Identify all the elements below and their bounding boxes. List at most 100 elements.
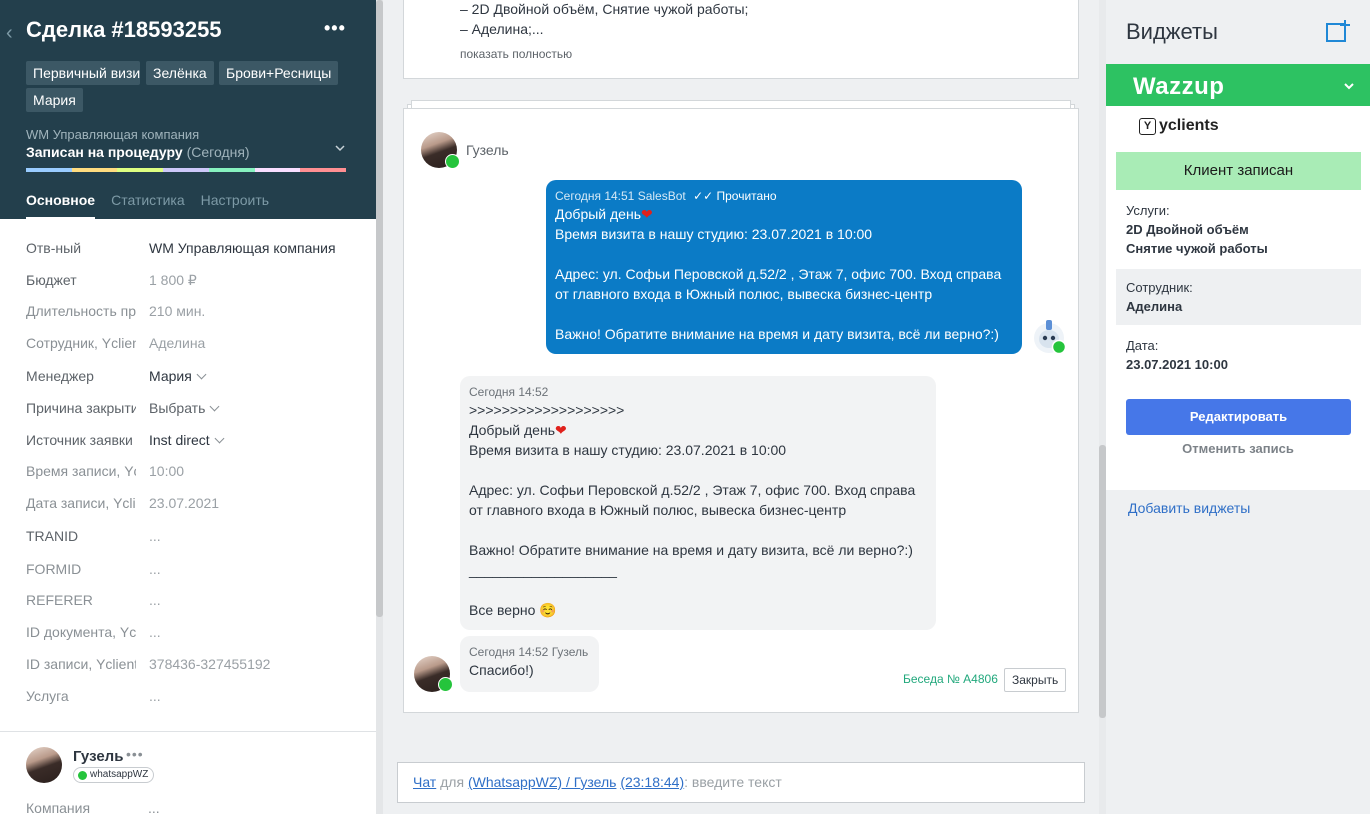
tag-zelenka[interactable]: Зелёнка [146,61,214,85]
chevron-down-icon [214,433,225,444]
card-stack [411,100,1071,108]
edit-booking-button[interactable]: Редактировать [1126,399,1351,435]
message-line: Время визита в нашу студию: 23.07.2021 в… [469,442,787,458]
widgets-panel: Виджеты Wazzup Yyclients Клиент записан … [1106,0,1370,814]
chat-contact-name[interactable]: Гузель [466,142,509,158]
add-widgets-link[interactable]: Добавить виджеты [1128,500,1250,516]
message-line: Адрес: ул. Софьи Перовской д.52/2 , Этаж… [469,482,916,518]
channel-badge[interactable]: whatsappWZ [73,767,155,783]
employee-value: Аделина [1126,299,1183,314]
heart-icon: ❤ [640,206,653,222]
field-source[interactable]: Источник заявки Inst direct [26,432,356,452]
note-line: – Аделина;... [460,21,544,37]
deal-title[interactable]: Сделка #18593255 [26,17,222,43]
service-item: 2D Двойной объём [1126,222,1249,237]
message-line: ___________________ [469,562,617,578]
yclients-icon: Y [1139,117,1156,135]
pipeline-stage[interactable]: Записан на процедуру (Сегодня) [26,144,250,160]
tag-maria[interactable]: Мария [26,88,83,112]
date-block: Дата: 23.07.2021 10:00 [1116,336,1361,378]
services-label: Услуги: [1126,203,1170,218]
message-incoming: Сегодня 14:52 Гузель Спасибо!) [460,636,599,692]
pipeline-segment [163,168,209,172]
field-responsible[interactable]: Отв-ный WM Управляющая компания [26,240,356,260]
message-outgoing: Сегодня 14:51 SalesBot ✓✓ Прочитано Добр… [546,180,1022,354]
scrollbar[interactable] [376,0,383,814]
employee-block: Сотрудник: Аделина [1116,269,1361,325]
message-line: Важно! Обратите внимание на время и дату… [555,326,999,342]
message-line: Адрес: ул. Софьи Перовской д.52/2 , Этаж… [555,266,1002,302]
whatsapp-icon [438,677,453,692]
field-document-id[interactable]: ID документа, Yclients... [26,624,356,644]
tab-main[interactable]: Основное [26,192,96,219]
pipeline-segment [208,168,255,172]
chat-input[interactable]: Чат для (WhatsappWZ) / Гузель (23:18:44)… [397,762,1085,803]
widgets-title: Виджеты [1126,19,1218,44]
time-link[interactable]: (23:18:44) [620,774,684,790]
pipeline-segment [117,168,164,172]
field-referer[interactable]: REFERER... [26,592,356,612]
field-budget[interactable]: Бюджет 1 800 ₽ [26,272,356,292]
show-more-link[interactable]: показать полностью [460,47,572,61]
bot-avatar-icon [1034,320,1066,354]
whatsapp-icon [78,770,87,780]
tag-primary-visit[interactable]: Первичный визит [26,61,140,85]
date-value: 23.07.2021 10:00 [1126,357,1228,372]
wazzup-widget-header[interactable]: Wazzup [1106,64,1370,106]
message-meta: Сегодня 14:52 Гузель [469,645,589,659]
scrollbar[interactable] [1099,0,1106,814]
conversation-link[interactable]: Беседа № A4806 [903,672,998,686]
field-booking-time[interactable]: Время записи, Yclients10:00 [26,463,356,483]
chevron-down-icon[interactable] [1342,79,1356,93]
message-line: >>>>>>>>>>>>>>>>>>> [469,402,625,418]
message-meta: Сегодня 14:51 SalesBot [555,189,686,203]
message-line: Все верно ☺️ [469,602,557,618]
heart-icon: ❤ [554,422,567,438]
divider [0,731,376,732]
recipient-link[interactable]: (WhatsappWZ) / Гузель [468,774,616,790]
message-line: Важно! Обратите внимание на время и дату… [469,542,913,558]
message-line: Добрый день❤ [555,206,653,222]
message-line: Спасибо!) [469,662,534,678]
field-close-reason[interactable]: Причина закрытия Выбрать [26,400,356,420]
field-manager[interactable]: Менеджер Мария [26,368,356,388]
chevron-down-icon [196,369,207,380]
field-tranid[interactable]: TRANID... [26,528,356,548]
message-line: Добрый день❤ [469,422,567,438]
chevron-down-icon[interactable] [333,141,347,155]
input-placeholder: : введите текст [684,774,782,790]
back-icon[interactable]: ‹ [6,22,13,45]
service-item: Снятие чужой работы [1126,241,1268,256]
more-icon[interactable]: ••• [324,18,346,39]
field-duration[interactable]: Длительность процедуры210 мин. [26,303,356,323]
close-conversation-button[interactable]: Закрыть [1004,668,1067,692]
field-formid[interactable]: FORMID... [26,561,356,581]
employee-label: Сотрудник: [1126,280,1193,295]
whatsapp-icon [445,154,460,169]
tab-settings[interactable]: Настроить [201,192,269,219]
message-line: Время визита в нашу студию: 23.07.2021 в… [555,226,873,242]
wazzup-logo: Wazzup [1133,73,1225,100]
chat-type-link[interactable]: Чат [413,774,436,790]
contact-company-value[interactable]: ... [148,800,160,814]
pipeline-company: WM Управляющая компания [26,127,200,142]
pipeline-segment [26,168,72,172]
field-booking-date[interactable]: Дата записи, Yclients23.07.2021 [26,495,356,515]
field-employee[interactable]: Сотрудник, YclientsАделина [26,335,356,355]
tab-stats[interactable]: Статистика [111,192,185,219]
avatar[interactable] [26,747,62,783]
contact-name[interactable]: Гузель [73,748,123,765]
add-widget-icon[interactable] [1326,19,1352,43]
cancel-booking-button[interactable]: Отменить запись [1106,441,1370,456]
more-icon[interactable]: ••• [126,746,144,762]
deal-panel: ‹ Сделка #18593255 ••• Первичный визит З… [0,0,376,814]
pipeline-progress-bar [26,168,347,172]
pipeline-segment [254,168,301,172]
message-meta: Сегодня 14:52 [469,385,549,399]
note-card: – 2D Двойной объём, Снятие чужой работы;… [403,0,1079,79]
field-service[interactable]: Услуга... [26,688,356,708]
for-label: для [440,774,465,790]
pipeline-segment [300,168,347,172]
field-record-id[interactable]: ID записи, Yclients 378436-327455192 [26,656,356,676]
tag-brows-lashes[interactable]: Брови+Ресницы [219,61,339,85]
